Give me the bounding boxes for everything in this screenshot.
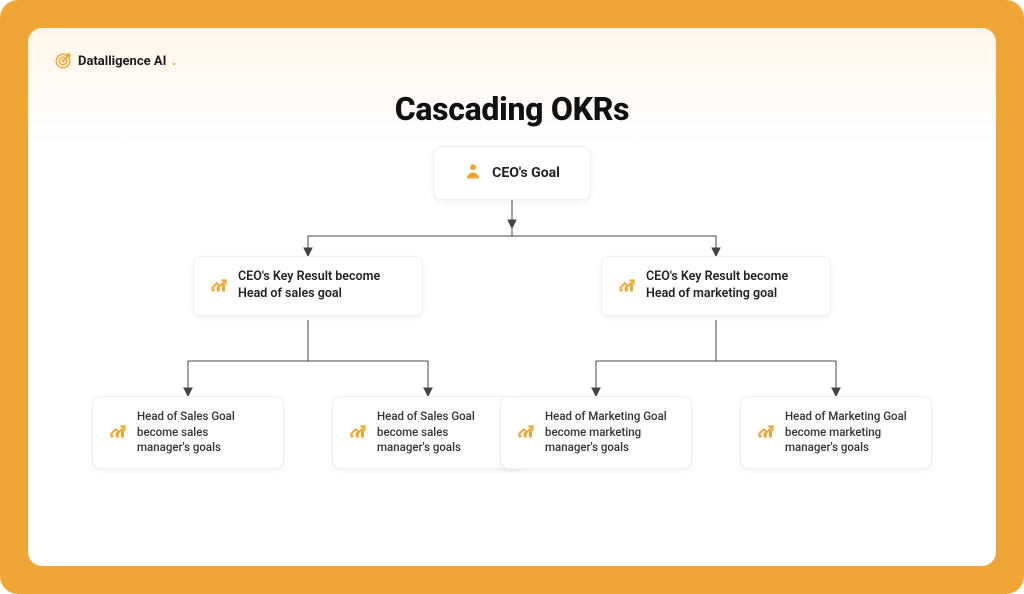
node-label: Head of Marketing Goal become marketing … [785,409,907,456]
brand-name: Datalligence AI [78,54,166,69]
node-label: CEO's Key Result become Head of sales go… [238,269,380,303]
okr-diagram: CEO's Goal CEO's Key Result become Head … [48,146,976,506]
chart-icon [109,421,127,443]
node-label: Head of Marketing Goal become marketing … [545,409,667,456]
diagram-title: Cascading OKRs [48,90,976,128]
chart-icon [757,421,775,443]
chart-icon [210,275,228,297]
brand-accent-dot: . [172,54,176,69]
brand-logo: Datalligence AI. [54,52,176,70]
node-head-of-sales: CEO's Key Result become Head of sales go… [193,256,423,316]
node-ceo-goal: CEO's Goal [433,146,591,200]
node-marketing-manager-1: Head of Marketing Goal become marketing … [500,396,692,469]
node-label: Head of Sales Goal become sales manager'… [137,409,235,456]
node-marketing-manager-2: Head of Marketing Goal become marketing … [740,396,932,469]
chart-icon [618,275,636,297]
target-icon [54,52,72,70]
node-label: Head of Sales Goal become sales manager'… [377,409,475,456]
inner-panel: Datalligence AI. Cascading OKRs [28,28,996,566]
node-sales-manager-1: Head of Sales Goal become sales manager'… [92,396,284,469]
node-label: CEO's Goal [492,164,560,183]
node-label: CEO's Key Result become Head of marketin… [646,269,788,303]
chart-icon [349,421,367,443]
node-head-of-marketing: CEO's Key Result become Head of marketin… [601,256,831,316]
outer-frame: Datalligence AI. Cascading OKRs [0,0,1024,594]
node-sales-manager-2: Head of Sales Goal become sales manager'… [332,396,524,469]
chart-icon [517,421,535,443]
person-icon [464,161,482,185]
